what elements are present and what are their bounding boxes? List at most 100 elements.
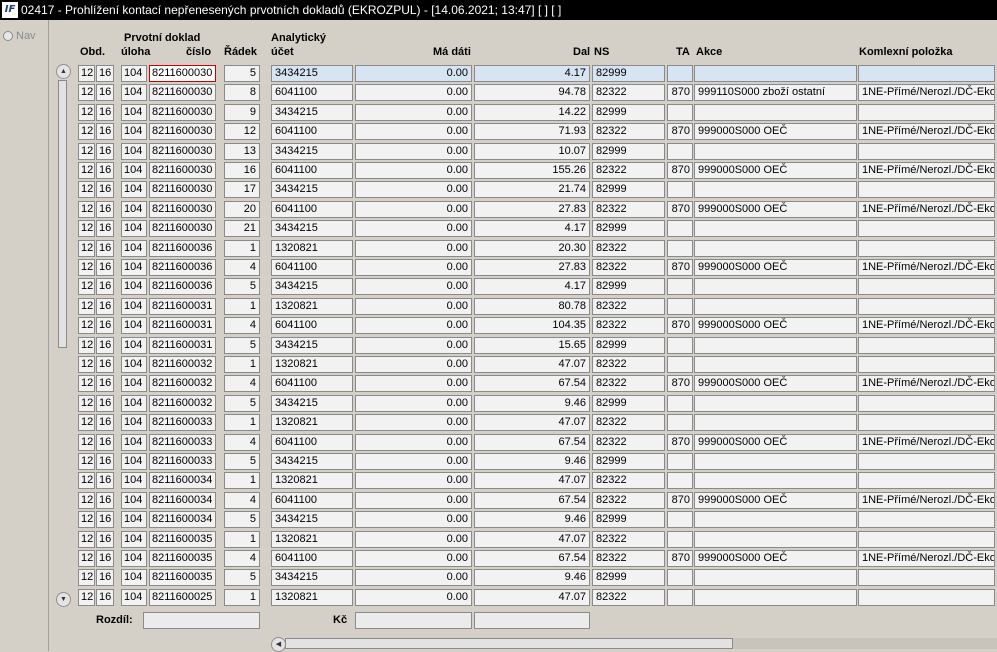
dal-cell[interactable]: 4.17 [474, 278, 590, 296]
ns-cell[interactable]: 82999 [592, 142, 665, 160]
komplexni-polozka-cell[interactable] [858, 414, 995, 432]
radek-cell[interactable]: 5 [224, 569, 260, 587]
obdobi-cell[interactable]: 12 [78, 220, 95, 238]
cislo-dokladu-cell[interactable]: 8211600035 [149, 550, 216, 567]
radek-cell[interactable]: 21 [224, 220, 260, 238]
radek-cell[interactable]: 1 [224, 472, 260, 490]
ns-cell[interactable]: 82322 [592, 259, 665, 276]
cislo-dokladu-cell[interactable]: 8211600033 [149, 414, 216, 432]
obdobi2-cell[interactable]: 16 [96, 356, 114, 373]
radek-cell[interactable]: 4 [224, 433, 260, 451]
ucet-cell[interactable]: 3434215 [271, 220, 353, 238]
dal-cell[interactable]: 47.07 [474, 588, 590, 606]
ns-cell[interactable]: 82999 [592, 181, 665, 199]
ns-cell[interactable]: 82999 [592, 511, 665, 529]
obdobi-cell[interactable]: 12 [78, 414, 95, 432]
ucet-cell[interactable]: 3434215 [271, 453, 353, 470]
table-row[interactable]: 12 16 104 8211600032 1 1320821 0.00 47.07 82322 [0, 355, 997, 374]
table-row[interactable]: 12 16 104 8211600031 4 6041100 0.00 104.35 82322… [0, 316, 997, 335]
obdobi2-cell[interactable]: 16 [96, 103, 114, 121]
obdobi-cell[interactable]: 12 [78, 317, 95, 335]
obdobi2-cell[interactable]: 16 [96, 550, 114, 567]
akce-cell[interactable] [694, 65, 857, 82]
cislo-dokladu-cell[interactable]: 8211600031 [149, 317, 216, 335]
uloha-cell[interactable]: 104 [121, 239, 147, 257]
table-row[interactable]: 12 16 104 8211600035 1 1320821 0.00 47.07 82322 [0, 530, 997, 549]
obdobi2-cell[interactable]: 16 [96, 239, 114, 257]
dal-cell[interactable]: 71.93 [474, 123, 590, 141]
uloha-cell[interactable]: 104 [121, 530, 147, 548]
ucet-cell[interactable]: 3434215 [271, 103, 353, 121]
table-row[interactable]: 12 16 104 8211600032 4 6041100 0.00 67.54 82322 8… [0, 374, 997, 393]
ns-cell[interactable]: 82322 [592, 530, 665, 548]
obdobi2-cell[interactable]: 16 [96, 200, 114, 218]
obdobi2-cell[interactable]: 16 [96, 530, 114, 548]
ta-cell[interactable]: 870 [667, 491, 693, 509]
ns-cell[interactable]: 82322 [592, 123, 665, 141]
ma-dati-cell[interactable]: 0.00 [355, 239, 472, 257]
ta-cell[interactable] [667, 239, 693, 257]
komplexni-polozka-cell[interactable] [858, 220, 995, 238]
ucet-cell[interactable]: 1320821 [271, 239, 353, 257]
komplexni-polozka-cell[interactable] [858, 297, 995, 315]
ucet-cell[interactable]: 6041100 [271, 162, 353, 179]
dal-cell[interactable]: 47.07 [474, 356, 590, 373]
uloha-cell[interactable]: 104 [121, 375, 147, 393]
akce-cell[interactable] [694, 278, 857, 296]
obdobi2-cell[interactable]: 16 [96, 84, 114, 102]
ma-dati-cell[interactable]: 0.00 [355, 375, 472, 393]
akce-cell[interactable] [694, 414, 857, 432]
obdobi-cell[interactable]: 12 [78, 123, 95, 141]
cislo-dokladu-cell[interactable]: 8211600034 [149, 472, 216, 490]
ns-cell[interactable]: 82999 [592, 220, 665, 238]
obdobi2-cell[interactable]: 16 [96, 414, 114, 432]
komplexni-polozka-cell[interactable] [858, 588, 995, 606]
cislo-dokladu-cell[interactable]: 8211600030 [149, 162, 216, 179]
ucet-cell[interactable]: 1320821 [271, 297, 353, 315]
komplexni-polozka-cell[interactable] [858, 103, 995, 121]
table-row[interactable]: 12 16 104 8211600030 9 3434215 0.00 14.22 82999 [0, 103, 997, 122]
komplexni-polozka-cell[interactable]: 1NE-Přímé/Nerozl./DČ-Ekon. [858, 491, 995, 509]
table-row[interactable]: 12 16 104 8211600030 13 3434215 0.00 10.07 82999 [0, 142, 997, 161]
akce-cell[interactable] [694, 220, 857, 238]
cislo-dokladu-cell[interactable]: 8211600036 [149, 239, 216, 257]
dal-cell[interactable]: 14.22 [474, 103, 590, 121]
ta-cell[interactable] [667, 103, 693, 121]
obdobi-cell[interactable]: 12 [78, 433, 95, 451]
uloha-cell[interactable]: 104 [121, 414, 147, 432]
komplexni-polozka-cell[interactable] [858, 530, 995, 548]
ma-dati-cell[interactable]: 0.00 [355, 259, 472, 276]
table-row[interactable]: 12 16 104 8211600030 17 3434215 0.00 21.74 82999 [0, 180, 997, 199]
cislo-dokladu-cell[interactable]: 8211600030 [149, 103, 216, 121]
obdobi-cell[interactable]: 12 [78, 588, 95, 606]
dal-cell[interactable]: 21.74 [474, 181, 590, 199]
obdobi2-cell[interactable]: 16 [96, 142, 114, 160]
ns-cell[interactable]: 82999 [592, 453, 665, 470]
ta-cell[interactable]: 870 [667, 317, 693, 335]
radek-cell[interactable]: 1 [224, 239, 260, 257]
table-row[interactable]: 12 16 104 8211600036 1 1320821 0.00 20.30 82322 [0, 239, 997, 258]
radek-cell[interactable]: 17 [224, 181, 260, 199]
ns-cell[interactable]: 82999 [592, 103, 665, 121]
komplexni-polozka-cell[interactable]: 1NE-Přímé/Nerozl./DČ-Ekon. [858, 375, 995, 393]
table-row[interactable]: 12 16 104 8211600030 16 6041100 0.00 155.26 8232… [0, 161, 997, 180]
ta-cell[interactable] [667, 530, 693, 548]
obdobi2-cell[interactable]: 16 [96, 433, 114, 451]
ma-dati-cell[interactable]: 0.00 [355, 530, 472, 548]
radek-cell[interactable]: 4 [224, 317, 260, 335]
komplexni-polozka-cell[interactable] [858, 356, 995, 373]
ta-cell[interactable] [667, 472, 693, 490]
cislo-dokladu-cell[interactable]: 8211600036 [149, 278, 216, 296]
akce-cell[interactable] [694, 472, 857, 490]
dal-cell[interactable]: 20.30 [474, 239, 590, 257]
cislo-dokladu-cell[interactable]: 8211600030 [149, 123, 216, 141]
ucet-cell[interactable]: 3434215 [271, 278, 353, 296]
radek-cell[interactable]: 13 [224, 142, 260, 160]
komplexni-polozka-cell[interactable] [858, 472, 995, 490]
obdobi-cell[interactable]: 12 [78, 181, 95, 199]
dal-cell[interactable]: 104.35 [474, 317, 590, 335]
radek-cell[interactable]: 16 [224, 162, 260, 179]
nav-radio-option[interactable]: Nav [3, 30, 36, 42]
table-row[interactable]: 12 16 104 8211600031 1 1320821 0.00 80.78 82322 [0, 297, 997, 316]
obdobi2-cell[interactable]: 16 [96, 453, 114, 470]
